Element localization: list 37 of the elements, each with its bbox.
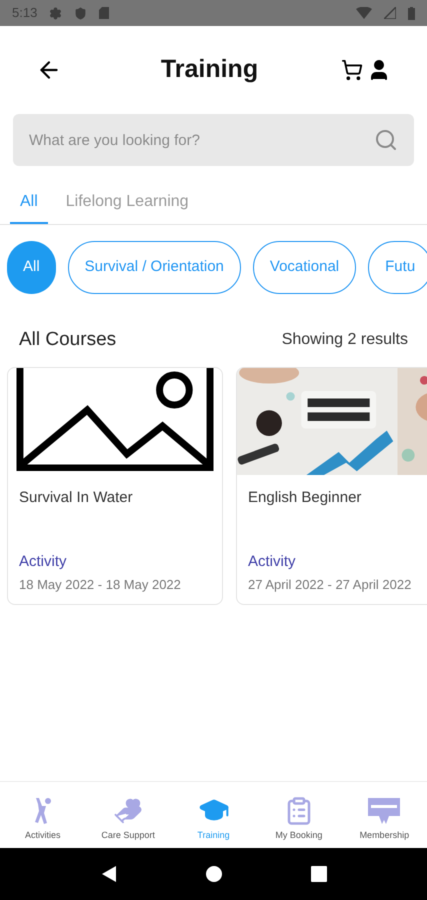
sd-card-icon <box>99 7 110 19</box>
course-title: English Beginner <box>247 488 362 508</box>
tab[interactable]: All <box>10 186 48 224</box>
nav-item[interactable]: Membership <box>342 782 427 848</box>
shield-icon <box>74 6 88 20</box>
status-time: 5:13 <box>12 4 38 22</box>
nav-item[interactable]: Care Support <box>85 782 171 848</box>
search-field[interactable]: What are you looking for? <box>13 114 414 166</box>
course-dates: 18 May 2022 - 18 May 2022 <box>18 576 182 594</box>
recents-square-icon[interactable] <box>311 866 328 882</box>
membership-card-icon <box>367 796 402 826</box>
course-category: Activity <box>247 552 297 572</box>
results-count: Showing 2 results <box>282 330 408 350</box>
course-category: Activity <box>18 552 68 572</box>
page-title: Training <box>160 54 260 86</box>
nav-item[interactable]: My Booking <box>256 782 342 848</box>
cart-icon[interactable] <box>341 59 363 81</box>
section-title: All Courses <box>19 328 116 352</box>
search-icon[interactable] <box>374 128 398 152</box>
back-triangle-icon[interactable] <box>100 865 118 883</box>
home-circle-icon[interactable] <box>205 865 224 883</box>
nav-item[interactable]: Activities <box>0 782 86 848</box>
image-placeholder-icon <box>16 368 214 470</box>
tab[interactable]: Lifelong Learning <box>56 186 199 224</box>
wifi-icon <box>356 7 372 19</box>
filter-chip[interactable]: All <box>7 241 56 294</box>
course-title: Survival In Water <box>18 488 134 508</box>
course-card[interactable]: English Beginner Activity 27 April 2022 - 27 April 2022 <box>236 366 427 604</box>
signal-icon <box>384 7 396 19</box>
filter-chip[interactable]: Vocational <box>252 241 356 294</box>
settings-icon <box>49 6 62 20</box>
nav-item[interactable]: Training <box>170 782 256 848</box>
course-dates: 27 April 2022 - 27 April 2022 <box>247 576 412 594</box>
course-card[interactable]: Survival In Water Activity 18 May 2022 - 18 May 2022 <box>7 366 223 604</box>
filter-chip[interactable]: Survival / Orientation <box>68 241 241 294</box>
battery-icon <box>408 6 415 20</box>
filter-chip[interactable]: Futu <box>368 241 427 294</box>
